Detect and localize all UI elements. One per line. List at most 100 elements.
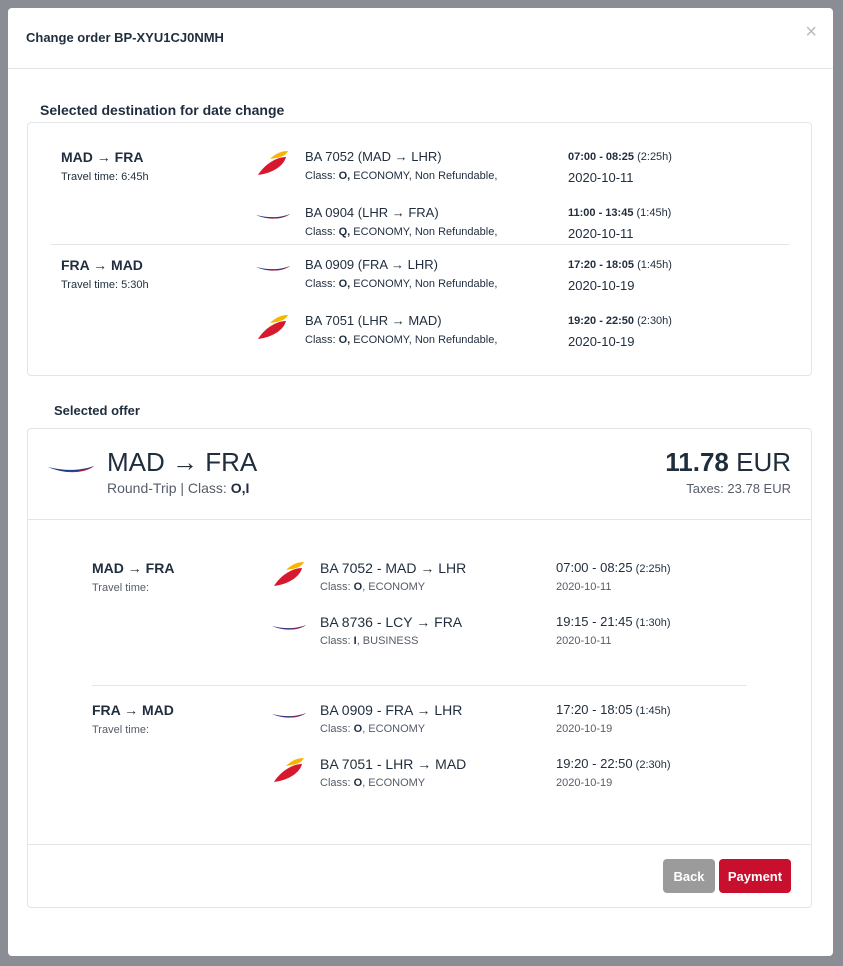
iberia-logo-icon <box>258 151 288 175</box>
change-order-modal: Change order BP-XYU1CJ0NMH × Selected de… <box>8 8 833 956</box>
leg-route: FRA → MAD <box>61 257 143 273</box>
back-button[interactable]: Back <box>663 859 715 893</box>
segment-flight: BA 0904 (LHR → FRA) <box>305 205 439 220</box>
selected-destination-heading: Selected destination for date change <box>40 102 285 118</box>
class-label: Class: <box>320 777 354 789</box>
class-label: Class: <box>305 278 339 290</box>
segment-date: 2020-10-19 <box>556 723 613 735</box>
class-rest: , BUSINESS <box>356 635 419 647</box>
class-label: Class: <box>320 635 354 647</box>
leg-divider <box>51 244 789 245</box>
segment-flight: BA 7052 (MAD → LHR) <box>305 149 442 164</box>
british-airways-logo-icon <box>256 266 290 271</box>
leg-route: MAD → FRA <box>61 149 144 165</box>
class-code: O, <box>338 334 351 346</box>
segment-flight: BA 7052 - MAD → LHR <box>320 560 467 576</box>
time-range: 19:20 - 22:50 <box>556 756 633 771</box>
price-amount: 11.78 <box>665 447 729 477</box>
segment-flight: BA 0909 - FRA → LHR <box>320 702 463 718</box>
class-label: Class: <box>320 723 354 735</box>
class-rest: , ECONOMY <box>362 723 426 735</box>
segment-time: 17:20 - 18:05 (1:45h) <box>568 259 672 271</box>
segment-date: 2020-10-19 <box>568 334 635 349</box>
segment-class: Class: O, ECONOMY <box>320 777 425 789</box>
trip-type: Round-Trip | Class: <box>107 480 231 496</box>
segment-date: 2020-10-11 <box>556 635 612 647</box>
segment-time: 17:20 - 18:05 (1:45h) <box>556 702 671 717</box>
class-label: Class: <box>305 170 339 182</box>
duration: (2:25h) <box>634 151 672 163</box>
segment-date: 2020-10-11 <box>568 170 634 185</box>
selected-offer-heading: Selected offer <box>54 403 140 418</box>
leg-route: MAD → FRA <box>92 560 175 576</box>
iberia-logo-icon <box>274 758 304 782</box>
duration: (2:25h) <box>632 563 671 575</box>
time-range: 07:00 - 08:25 <box>568 151 635 163</box>
payment-button[interactable]: Payment <box>719 859 791 893</box>
segment-class: Class: O, ECONOMY <box>320 581 425 593</box>
class-code: Q, <box>338 226 351 238</box>
class-label: Class: <box>320 581 354 593</box>
duration: (1:45h) <box>633 207 672 219</box>
class-rest: ECONOMY, Non Refundable, <box>350 278 498 290</box>
class-code: O <box>353 777 363 789</box>
iberia-logo-icon <box>274 562 304 586</box>
price-currency: EUR <box>728 447 791 477</box>
duration: (1:45h) <box>632 705 671 717</box>
segment-time: 19:20 - 22:50 (2:30h) <box>568 315 672 327</box>
segment-date: 2020-10-19 <box>568 278 635 293</box>
segment-date: 2020-10-11 <box>568 226 634 241</box>
segment-flight: BA 7051 (LHR → MAD) <box>305 313 442 328</box>
time-range: 19:20 - 22:50 <box>568 315 635 327</box>
segment-class: Class: Q, ECONOMY, Non Refundable, <box>305 226 497 238</box>
class-rest: ECONOMY, Non Refundable, <box>350 334 498 346</box>
offer-classes: O,I <box>230 480 250 496</box>
duration: (2:30h) <box>632 759 671 771</box>
segment-date: 2020-10-19 <box>556 777 613 789</box>
leg-travel-time: Travel time: <box>92 582 150 594</box>
class-code: O, <box>338 278 351 290</box>
class-rest: ECONOMY, Non Refundable, <box>350 226 498 238</box>
segment-class: Class: O, ECONOMY <box>320 723 425 735</box>
segment-class: Class: O, ECONOMY, Non Refundable, <box>305 334 497 346</box>
time-range: 19:15 - 21:45 <box>556 614 633 629</box>
leg-travel-time: Travel time: 5:30h <box>61 279 149 291</box>
offer-trip-class: Round-Trip | Class: O,I <box>107 480 249 496</box>
segment-date: 2020-10-11 <box>556 581 612 593</box>
segment-class: Class: O, ECONOMY, Non Refundable, <box>305 170 497 182</box>
time-range: 07:00 - 08:25 <box>556 560 633 575</box>
british-airways-logo-icon <box>272 713 306 718</box>
segment-class: Class: I, BUSINESS <box>320 635 418 647</box>
class-rest: , ECONOMY <box>362 777 426 789</box>
iberia-logo-icon <box>258 315 288 339</box>
class-label: Class: <box>305 334 339 346</box>
selected-destination-card: MAD → FRA Travel time: 6:45h BA 7052 (MA… <box>27 122 812 376</box>
class-code: O <box>353 581 363 593</box>
duration: (2:30h) <box>634 315 672 327</box>
footer-divider <box>28 844 811 845</box>
class-rest: ECONOMY, Non Refundable, <box>350 170 498 182</box>
time-range: 11:00 - 13:45 <box>568 207 634 219</box>
class-code: O <box>353 723 363 735</box>
segment-time: 19:15 - 21:45 (1:30h) <box>556 614 671 629</box>
close-icon[interactable]: × <box>805 22 817 42</box>
segment-time: 07:00 - 08:25 (2:25h) <box>568 151 672 163</box>
duration: (1:45h) <box>634 259 672 271</box>
segment-class: Class: O, ECONOMY, Non Refundable, <box>305 278 497 290</box>
class-label: Class: <box>305 226 339 238</box>
segment-time: 19:20 - 22:50 (2:30h) <box>556 756 671 771</box>
segment-flight: BA 7051 - LHR → MAD <box>320 756 467 772</box>
segment-flight: BA 8736 - LCY → FRA <box>320 614 463 630</box>
british-airways-logo-icon <box>256 214 290 219</box>
british-airways-logo-icon <box>272 625 306 630</box>
segment-flight: BA 0909 (FRA → LHR) <box>305 257 438 272</box>
modal-title: Change order BP-XYU1CJ0NMH <box>26 30 224 45</box>
duration: (1:30h) <box>632 617 671 629</box>
class-code: O, <box>338 170 351 182</box>
time-range: 17:20 - 18:05 <box>568 259 635 271</box>
modal-header: Change order BP-XYU1CJ0NMH × <box>8 8 833 69</box>
leg-travel-time: Travel time: <box>92 724 150 736</box>
leg-route: FRA → MAD <box>92 702 174 718</box>
british-airways-logo-icon <box>48 466 94 473</box>
offer-taxes: Taxes: 23.78 EUR <box>686 481 791 496</box>
